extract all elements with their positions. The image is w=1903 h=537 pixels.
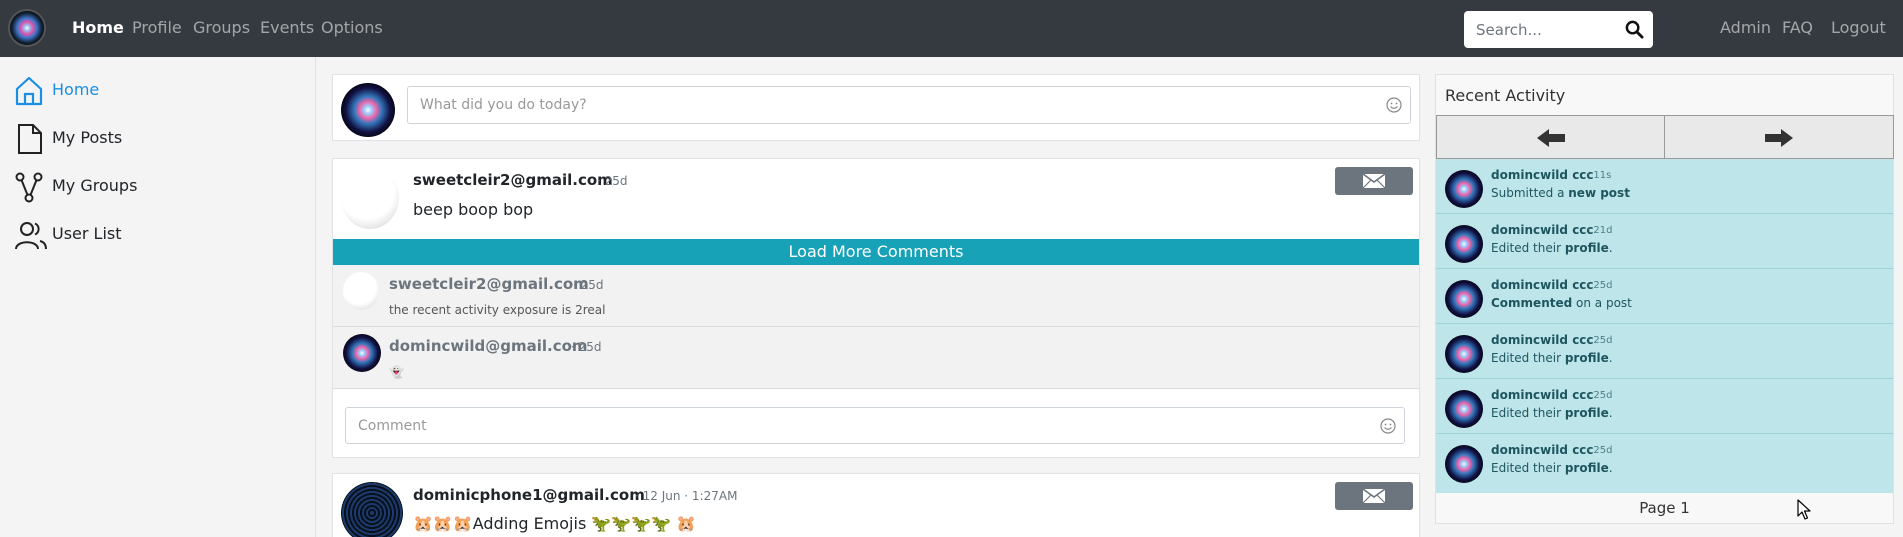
activity-action: Edited their profile. bbox=[1491, 406, 1613, 420]
comment-timestamp: · 25d bbox=[573, 278, 604, 292]
sidebar-item-label: My Posts bbox=[52, 128, 123, 147]
sidebar-item-label: User List bbox=[52, 224, 122, 243]
avatar bbox=[1445, 390, 1483, 428]
compose-box bbox=[407, 86, 1411, 124]
groups-icon bbox=[15, 172, 43, 203]
avatar bbox=[343, 334, 381, 372]
post-author[interactable]: dominicphone1@gmail.com bbox=[413, 486, 645, 504]
activity-item[interactable]: domincwild ccc · 21d Edited their profil… bbox=[1436, 214, 1893, 269]
activity-user: domincwild ccc bbox=[1491, 388, 1594, 402]
comment-input[interactable] bbox=[346, 408, 1352, 443]
mouse-cursor-icon bbox=[1797, 499, 1811, 520]
comment-box bbox=[345, 407, 1405, 444]
sidebar-item-my-posts[interactable]: My Posts bbox=[14, 123, 294, 155]
next-page-button[interactable] bbox=[1664, 115, 1894, 159]
avatar bbox=[341, 167, 399, 229]
activity-action: Edited their profile. bbox=[1491, 461, 1613, 475]
users-icon bbox=[15, 222, 47, 250]
recent-activity-panel: Recent Activity domincwild ccc · 11s Sub… bbox=[1435, 74, 1894, 524]
activity-list: domincwild ccc · 11s Submitted a new pos… bbox=[1436, 159, 1893, 493]
search-icon[interactable] bbox=[1625, 20, 1644, 39]
top-navbar: Home Profile Groups Events Options Admin… bbox=[0, 0, 1903, 57]
compose-input[interactable] bbox=[408, 87, 1360, 123]
comment-author[interactable]: domincwild@gmail.com bbox=[389, 337, 588, 355]
mail-icon bbox=[1362, 173, 1386, 189]
avatar bbox=[1445, 225, 1483, 263]
nav-profile[interactable]: Profile bbox=[132, 18, 182, 37]
comment-author[interactable]: sweetcleir2@gmail.com bbox=[389, 275, 589, 293]
sidebar-item-label: My Groups bbox=[52, 176, 138, 195]
sidebar-item-home[interactable]: Home bbox=[14, 75, 294, 107]
arrow-right-icon bbox=[1765, 129, 1793, 147]
emoji-icon[interactable] bbox=[1380, 418, 1396, 434]
nav-events[interactable]: Events bbox=[260, 18, 314, 37]
nav-home[interactable]: Home bbox=[72, 18, 124, 37]
activity-user: domincwild ccc bbox=[1491, 333, 1594, 347]
nav-admin[interactable]: Admin bbox=[1720, 18, 1771, 37]
avatar bbox=[1445, 170, 1483, 208]
post-author[interactable]: sweetcleir2@gmail.com bbox=[413, 171, 613, 189]
home-icon bbox=[15, 76, 43, 106]
sidebar-item-user-list[interactable]: User List bbox=[14, 219, 294, 251]
activity-item[interactable]: domincwild ccc · 25d Edited their profil… bbox=[1436, 434, 1893, 489]
left-sidebar: Home My Posts My Groups User List bbox=[0, 57, 316, 537]
activity-time: · 11s bbox=[1587, 170, 1612, 181]
nav-faq[interactable]: FAQ bbox=[1782, 18, 1813, 37]
activity-action: Submitted a new post bbox=[1491, 186, 1630, 200]
post-card: sweetcleir2@gmail.com · 25d beep boop bo… bbox=[332, 158, 1420, 458]
activity-action: Edited their profile. bbox=[1491, 351, 1613, 365]
comment: sweetcleir2@gmail.com · 25d the recent a… bbox=[333, 265, 1419, 327]
file-icon bbox=[18, 124, 42, 154]
avatar bbox=[343, 272, 379, 310]
nav-groups[interactable]: Groups bbox=[193, 18, 250, 37]
search-box bbox=[1464, 11, 1653, 48]
compose-card bbox=[332, 74, 1420, 141]
site-logo[interactable] bbox=[8, 9, 46, 47]
activity-item[interactable]: domincwild ccc · 25d Edited their profil… bbox=[1436, 324, 1893, 379]
activity-user: domincwild ccc bbox=[1491, 278, 1594, 292]
post-timestamp: · 25d bbox=[597, 174, 628, 188]
activity-action: Edited their profile. bbox=[1491, 241, 1613, 255]
activity-item[interactable]: domincwild ccc · 25d Edited their profil… bbox=[1436, 379, 1893, 434]
avatar bbox=[1445, 280, 1483, 318]
mail-icon bbox=[1362, 488, 1386, 504]
message-button[interactable] bbox=[1335, 167, 1413, 195]
prev-page-button[interactable] bbox=[1436, 115, 1666, 159]
activity-item[interactable]: domincwild ccc · 25d Commented on a post bbox=[1436, 269, 1893, 324]
activity-time: · 25d bbox=[1587, 390, 1613, 401]
search-input[interactable] bbox=[1464, 11, 1614, 48]
nav-logout[interactable]: Logout bbox=[1831, 18, 1886, 37]
recent-activity-title: Recent Activity bbox=[1445, 86, 1566, 105]
activity-time: · 25d bbox=[1587, 445, 1613, 456]
activity-user: domincwild ccc bbox=[1491, 168, 1594, 182]
arrow-left-icon bbox=[1537, 129, 1565, 147]
activity-item[interactable]: domincwild ccc · 11s Submitted a new pos… bbox=[1436, 159, 1893, 214]
emoji-icon[interactable] bbox=[1386, 97, 1402, 113]
activity-action: Commented on a post bbox=[1491, 296, 1632, 310]
avatar bbox=[1445, 335, 1483, 373]
activity-user: domincwild ccc bbox=[1491, 443, 1594, 457]
sidebar-item-label: Home bbox=[52, 80, 100, 99]
activity-time: · 25d bbox=[1587, 335, 1613, 346]
nav-options[interactable]: Options bbox=[321, 18, 383, 37]
load-more-comments-button[interactable]: Load More Comments bbox=[333, 239, 1419, 265]
post-timestamp: · 12 Jun · 1:27AM bbox=[635, 489, 738, 503]
avatar bbox=[341, 482, 403, 537]
sidebar-item-my-groups[interactable]: My Groups bbox=[14, 171, 294, 203]
page-indicator: Page 1 bbox=[1639, 499, 1690, 517]
comment-timestamp: · 25d bbox=[571, 340, 602, 354]
activity-user: domincwild ccc bbox=[1491, 223, 1594, 237]
activity-time: · 21d bbox=[1587, 225, 1613, 236]
comment-text: the recent activity exposure is 2real bbox=[389, 303, 606, 317]
post-card: dominicphone1@gmail.com · 12 Jun · 1:27A… bbox=[332, 473, 1420, 537]
comment-text: 👻 bbox=[389, 365, 404, 379]
avatar bbox=[1445, 445, 1483, 483]
message-button[interactable] bbox=[1335, 482, 1413, 510]
post-text: 🐹🐹🐹Adding Emojis 🦖🦖🦖🦖 🐹 bbox=[413, 514, 697, 533]
avatar bbox=[341, 83, 395, 137]
activity-time: · 25d bbox=[1587, 280, 1613, 291]
post-text: beep boop bop bbox=[413, 200, 534, 219]
comment: domincwild@gmail.com · 25d 👻 bbox=[333, 327, 1419, 389]
